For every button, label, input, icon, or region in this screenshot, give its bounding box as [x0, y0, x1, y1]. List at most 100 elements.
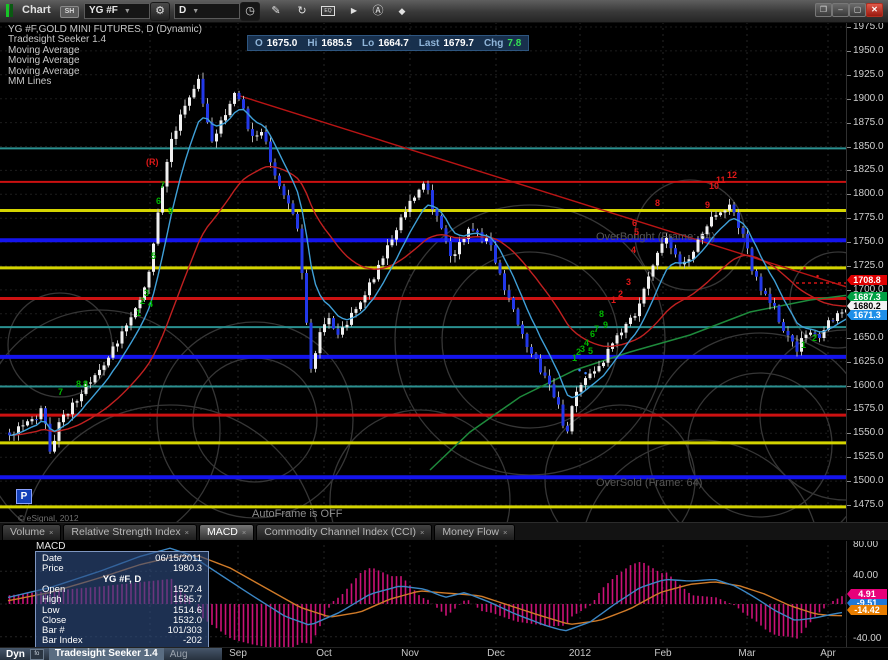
candle-body: [170, 138, 173, 162]
candle-body: [120, 331, 124, 344]
price-level-badge: 1680.2: [847, 301, 887, 311]
price-tick-label: 1775.0: [853, 212, 884, 224]
tab-close-icon[interactable]: ×: [185, 528, 189, 537]
candle-body: [624, 323, 628, 333]
tooltip-row: High 1535.7: [42, 595, 202, 605]
candle-body: [417, 189, 421, 198]
candle-body: [791, 335, 794, 342]
pointer-mode-badge[interactable]: P: [16, 489, 32, 504]
candle-body: [341, 327, 344, 335]
x-axis-month-label: Apr: [820, 648, 836, 659]
pencil-icon: ✎: [271, 5, 281, 17]
candle-body: [75, 401, 79, 403]
tab-relative-strength-index[interactable]: Relative Strength Index ×: [63, 524, 197, 540]
interval-input[interactable]: D ▼: [174, 3, 240, 19]
refresh-button[interactable]: ↻: [292, 2, 312, 21]
price-tick-mark: [847, 481, 851, 483]
tooltip-value: 1980.3: [172, 563, 202, 575]
candle-body: [602, 362, 605, 367]
tooltip-row: Low 1514.6: [42, 606, 202, 616]
candle-body: [21, 425, 25, 427]
candle-body: [224, 115, 227, 121]
candle-body: [179, 114, 182, 131]
candle-body: [777, 305, 781, 323]
candle-body: [287, 195, 290, 204]
candle-body: [269, 141, 272, 163]
count-annotation: 7: [160, 180, 166, 190]
candle-body: [390, 239, 394, 246]
count-annotation: (R): [146, 157, 159, 167]
candle-body: [260, 132, 263, 136]
status-bar: Dyn fo Tradesight Seeker 1.4 Aug: [0, 648, 222, 660]
chevron-down-icon[interactable]: ▼: [192, 8, 199, 15]
count-annotation: 8: [599, 309, 605, 319]
candle-body: [570, 406, 574, 432]
candle-body: [359, 302, 362, 310]
time-axis-row[interactable]: Dyn fo Tradesight Seeker 1.4 Aug Sep Oct N…: [0, 647, 888, 660]
candle-body: [759, 276, 763, 291]
count-annotation: 5: [634, 227, 640, 237]
draw-button[interactable]: ✎: [266, 2, 286, 21]
candle-body: [557, 397, 560, 405]
candle-body: [426, 183, 430, 191]
count-annotation: 1: [801, 340, 807, 350]
count-annotation: 6: [632, 218, 638, 228]
tooltip-symbol: YG #F, D: [102, 573, 142, 585]
tab-close-icon[interactable]: ×: [503, 528, 507, 537]
maximize-button[interactable]: ▢: [849, 3, 866, 17]
close-button[interactable]: ✕: [866, 3, 883, 17]
price-tick-label: 1550.0: [853, 427, 884, 439]
tab-commodity-channel-index-cci-[interactable]: Commodity Channel Index (CCI) ×: [256, 524, 433, 540]
count-annotation: 12: [727, 170, 738, 180]
candle-body: [30, 419, 34, 422]
seeker-status-label[interactable]: Tradesight Seeker 1.4: [48, 648, 164, 660]
auto-button[interactable]: Ⓐ: [368, 2, 388, 21]
status-icon[interactable]: fo: [29, 648, 44, 660]
data-cursor-tooltip: Date 06/15/2011 Price 1980.3 YG #F, D Open 152…: [35, 551, 209, 649]
clock-icon: ◷: [245, 5, 255, 17]
tab-macd[interactable]: MACD ×: [198, 524, 255, 540]
candle-body: [80, 393, 83, 402]
restore-window-button[interactable]: ❐: [815, 3, 832, 17]
quote-window-button[interactable]: EQ: [318, 2, 338, 21]
legend-line[interactable]: MM Lines: [8, 76, 202, 87]
tab-money-flow[interactable]: Money Flow ×: [434, 524, 516, 540]
candle-body: [345, 324, 349, 328]
quote-value: 1679.7: [443, 37, 474, 49]
tab-close-icon[interactable]: ×: [242, 528, 246, 537]
dynamic-mode-label[interactable]: Dyn: [6, 649, 25, 660]
time-template-button[interactable]: ◷: [240, 2, 260, 21]
candle-body: [242, 99, 245, 109]
symbol-input[interactable]: YG #F ▼: [84, 3, 150, 19]
chevron-down-icon[interactable]: ▼: [124, 8, 131, 15]
candle-body: [53, 440, 56, 452]
tooltip-row: Close 1532.0: [42, 616, 202, 626]
play-button[interactable]: ▶: [344, 2, 364, 21]
candle-body: [620, 332, 623, 336]
candle-body: [183, 105, 187, 115]
price-level-badge: 1708.8: [847, 275, 887, 285]
tab-volume[interactable]: Volume ×: [2, 524, 62, 540]
candle-body: [588, 373, 592, 379]
count-annotation: 6: [156, 196, 162, 206]
tab-close-icon[interactable]: ×: [420, 528, 424, 537]
price-tick-mark: [847, 27, 851, 28]
tooltip-value: 06/15/2011: [155, 553, 202, 564]
study-legend: YG #F,GOLD MINI FUTURES, D (Dynamic) Trad…: [8, 24, 202, 87]
candle-body: [458, 242, 461, 255]
gann-circle: [394, 204, 666, 476]
count-annotation: 8: [655, 198, 661, 208]
minimize-button[interactable]: –: [832, 3, 849, 17]
eraser-button[interactable]: ◆: [392, 2, 412, 21]
x-axis-month-label: Oct: [316, 648, 332, 659]
tab-close-icon[interactable]: ×: [49, 528, 53, 537]
symbol-settings-button[interactable]: ⚙: [150, 2, 170, 21]
price-tick-mark: [847, 194, 851, 196]
candle-body: [462, 238, 466, 243]
candle-body: [399, 217, 403, 231]
candle-body: [674, 248, 677, 255]
count-annotation: 3: [626, 277, 632, 287]
count-annotation: •: [578, 365, 582, 375]
price-tick-mark: [847, 122, 851, 124]
chart-status-indicator-icon: [6, 4, 15, 17]
